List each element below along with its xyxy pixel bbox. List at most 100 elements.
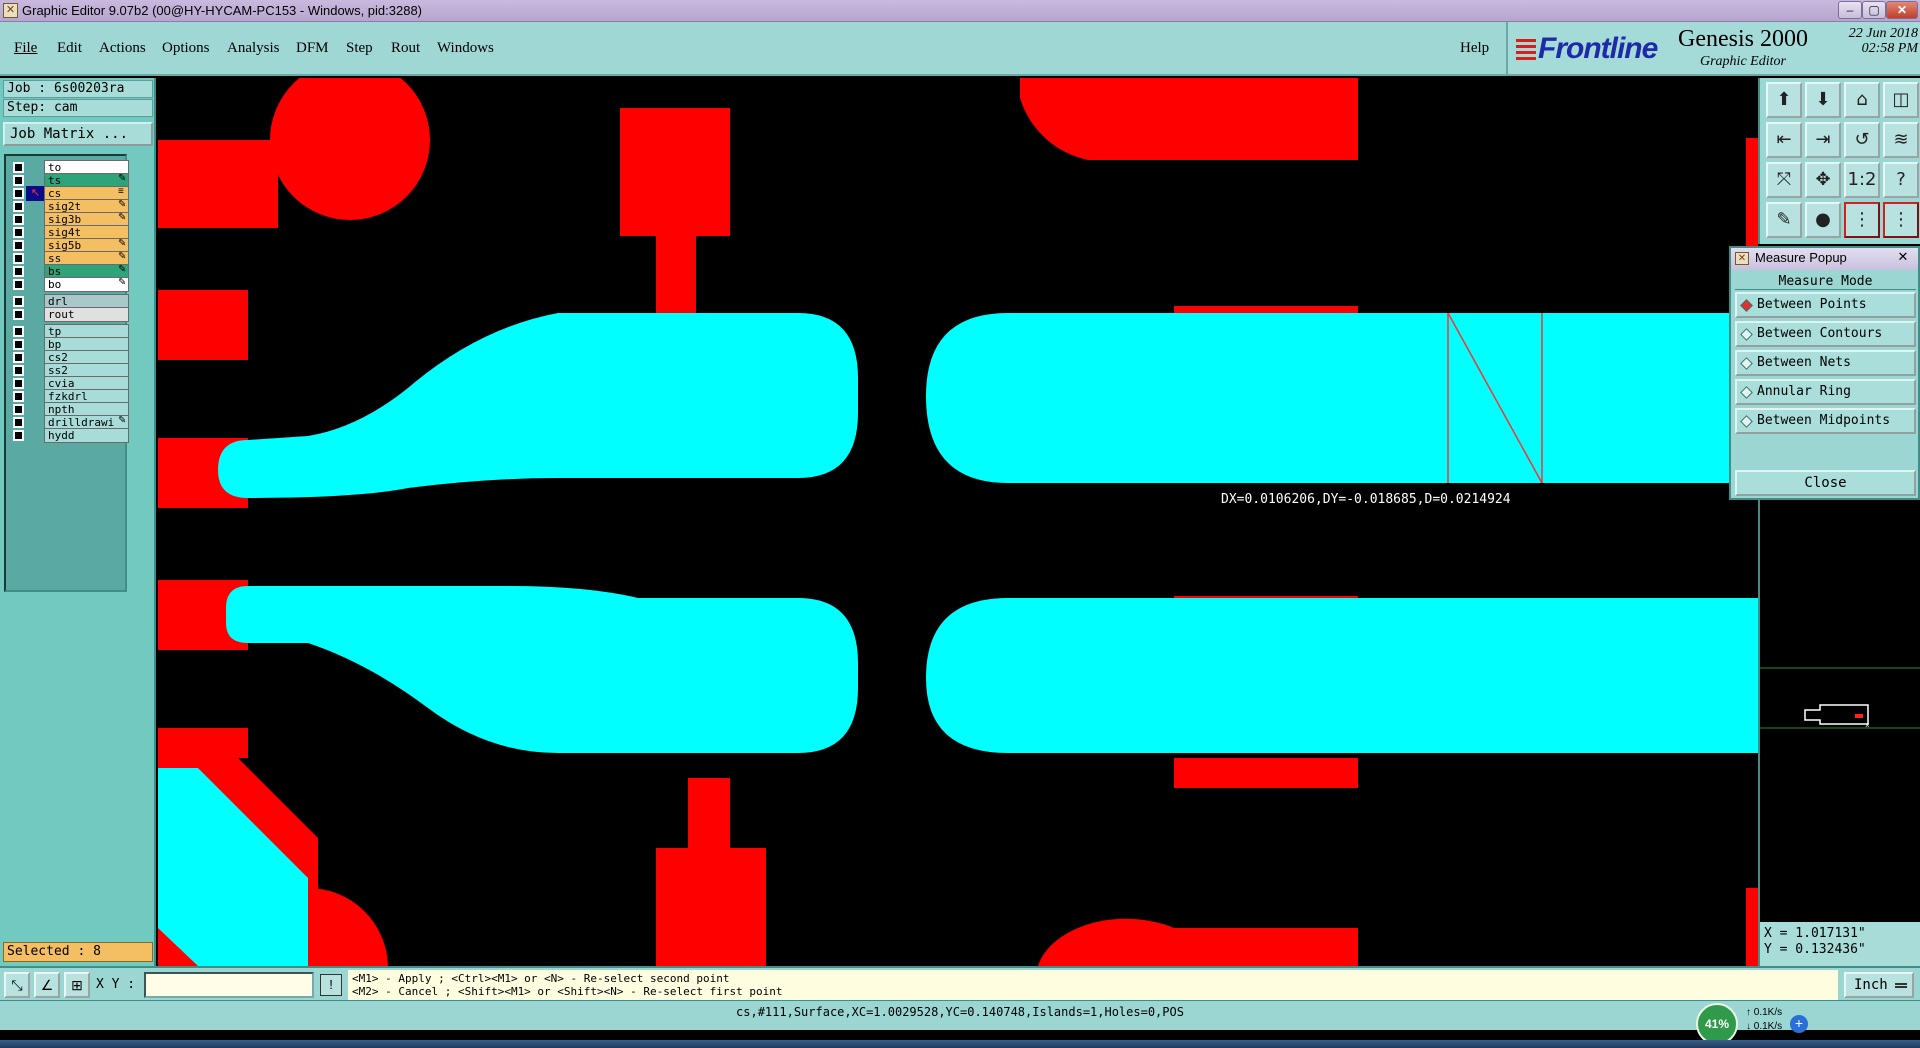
layer-checkbox[interactable] bbox=[13, 253, 24, 264]
coord-y: Y = 0.132436" bbox=[1764, 942, 1866, 957]
graphic-canvas[interactable]: DX=0.0106206,DY=-0.018685,D=0.0214924 bbox=[158, 78, 1758, 966]
view-tool-button-3[interactable]: ⌂ bbox=[1844, 82, 1880, 118]
menu-windows[interactable]: Windows bbox=[437, 40, 494, 57]
layer-row-bo[interactable]: bo ✎ bbox=[8, 277, 129, 292]
layer-checkbox[interactable] bbox=[13, 227, 24, 238]
view-tool-button-4[interactable]: ◫ bbox=[1883, 82, 1919, 118]
measure-mode-option[interactable]: Between Contours bbox=[1735, 321, 1916, 347]
layer-flag-icon: ✎ bbox=[118, 212, 127, 223]
layer-checkbox[interactable] bbox=[13, 175, 24, 186]
measure-mode-label: Between Nets bbox=[1757, 355, 1851, 370]
layer-checkbox[interactable] bbox=[13, 162, 24, 173]
menu-actions[interactable]: Actions bbox=[99, 40, 146, 57]
layer-checkbox[interactable] bbox=[13, 391, 24, 402]
grid-icon[interactable]: ⊞ bbox=[64, 972, 90, 998]
layer-checkbox[interactable] bbox=[13, 365, 24, 376]
measure-popup-titlebar[interactable]: ✕ Measure Popup ✕ bbox=[1731, 248, 1918, 270]
measure-mode-option[interactable]: Between Midpoints bbox=[1735, 408, 1916, 434]
layer-checkbox[interactable] bbox=[13, 404, 24, 415]
layer-checkbox[interactable] bbox=[13, 417, 24, 428]
layer-flag-icon: ✎ bbox=[118, 173, 127, 184]
layer-checkbox[interactable] bbox=[13, 352, 24, 363]
measure-mode-option[interactable]: Between Nets bbox=[1735, 350, 1916, 376]
product-name: Genesis 2000 bbox=[1678, 26, 1808, 52]
layer-row-rout[interactable]: rout bbox=[8, 307, 129, 322]
layer-name[interactable]: bo bbox=[44, 277, 129, 292]
menu-edit[interactable]: Edit bbox=[57, 40, 82, 57]
layer-flag-icon: ✎ bbox=[118, 415, 127, 426]
radio-icon bbox=[1740, 299, 1753, 312]
popup-close-button[interactable]: Close bbox=[1735, 470, 1916, 496]
layer-checkbox[interactable] bbox=[13, 188, 24, 199]
measure-mode-label: Between Contours bbox=[1757, 326, 1883, 341]
layer-checkbox[interactable] bbox=[13, 201, 24, 212]
brand-panel: Frontline Genesis 2000 Graphic Editor 22… bbox=[1506, 22, 1920, 76]
view-tool-button-10[interactable]: ✥ bbox=[1805, 162, 1841, 198]
cursor-coordinates: X = 1.017131" Y = 0.132436" bbox=[1758, 922, 1920, 966]
snap-icon[interactable]: ⤡ bbox=[4, 972, 30, 998]
bottom-bar: ⤡ ∠ ⊞ X Y : ! <M1> - Apply ; <Ctrl><M1> … bbox=[0, 966, 1920, 1000]
product-subtitle: Graphic Editor bbox=[1700, 54, 1786, 69]
menu-step[interactable]: Step bbox=[346, 40, 373, 57]
view-tool-button-15[interactable]: ⋮ bbox=[1844, 202, 1880, 238]
window-title: Graphic Editor 9.07b2 (00@HY-HYCAM-PC153… bbox=[22, 3, 423, 18]
layer-checkbox[interactable] bbox=[13, 309, 24, 320]
layer-checkbox[interactable] bbox=[13, 296, 24, 307]
view-tool-button-9[interactable]: ⤧ bbox=[1766, 162, 1802, 198]
layer-name[interactable]: hydd bbox=[44, 428, 129, 443]
left-panel: Job : 6s00203ra Step: cam Job Matrix ...… bbox=[0, 78, 156, 966]
layer-checkbox[interactable] bbox=[13, 266, 24, 277]
close-window-button[interactable]: ✕ bbox=[1886, 1, 1918, 19]
view-tool-button-7[interactable]: ↺ bbox=[1844, 122, 1880, 158]
popup-close-icon[interactable]: ✕ bbox=[1891, 249, 1915, 267]
measure-mode-option[interactable]: Between Points bbox=[1735, 292, 1916, 318]
right-toolbar: ⬆ ⬇ ⌂ ◫ ⇤ ⇥ ↺ ≋ ⤧ ✥ 1:2? ✎ ● ⋮ ⋮ bbox=[1758, 78, 1920, 244]
pcb-drawing bbox=[158, 78, 1758, 966]
frontline-logo: Frontline bbox=[1516, 32, 1658, 66]
measure-mode-option[interactable]: Annular Ring bbox=[1735, 379, 1916, 405]
xy-input[interactable] bbox=[144, 972, 314, 998]
layer-checkbox[interactable] bbox=[13, 430, 24, 441]
status-bar: cs,#111,Surface,XC=1.0029528,YC=0.140748… bbox=[0, 1000, 1920, 1045]
layer-checkbox[interactable] bbox=[13, 279, 24, 290]
layer-checkbox[interactable] bbox=[13, 326, 24, 337]
selected-surfaces bbox=[158, 313, 1758, 966]
radio-icon bbox=[1740, 357, 1753, 370]
minimize-button[interactable]: – bbox=[1838, 1, 1862, 19]
menu-dfm[interactable]: DFM bbox=[296, 40, 329, 57]
view-tool-button-13[interactable]: ✎ bbox=[1766, 202, 1802, 238]
view-tool-button-2[interactable]: ⬇ bbox=[1805, 82, 1841, 118]
view-tool-button-1[interactable]: ⬆ bbox=[1766, 82, 1802, 118]
layer-name[interactable]: rout bbox=[44, 307, 129, 322]
job-matrix-button[interactable]: Job Matrix ... bbox=[3, 122, 153, 146]
layer-checkbox[interactable] bbox=[13, 339, 24, 350]
units-button[interactable]: Inch bbox=[1844, 972, 1914, 998]
menu-analysis[interactable]: Analysis bbox=[227, 40, 280, 57]
angle-icon[interactable]: ∠ bbox=[34, 972, 60, 998]
layer-row-hydd[interactable]: hydd bbox=[8, 428, 129, 443]
layer-checkbox[interactable] bbox=[13, 214, 24, 225]
radio-icon bbox=[1740, 386, 1753, 399]
view-tool-button-11[interactable]: 1:2 bbox=[1844, 162, 1880, 198]
plus-icon[interactable]: + bbox=[1790, 1015, 1808, 1033]
download-rate: ↓ 0.1K/s bbox=[1746, 1021, 1783, 1032]
view-tool-button-8[interactable]: ≋ bbox=[1883, 122, 1919, 158]
view-tool-button-14[interactable]: ● bbox=[1805, 202, 1841, 238]
maximize-button[interactable]: ▢ bbox=[1862, 1, 1886, 19]
selected-count: Selected : 8 bbox=[3, 942, 153, 962]
overview-map: × bbox=[1760, 667, 1920, 730]
menu-help[interactable]: Help bbox=[1460, 40, 1489, 57]
layer-checkbox[interactable] bbox=[13, 378, 24, 389]
menu-rout[interactable]: Rout bbox=[391, 40, 420, 57]
overview-pane[interactable]: × bbox=[1758, 500, 1920, 922]
menu-options[interactable]: Options bbox=[162, 40, 210, 57]
view-tool-button-5[interactable]: ⇤ bbox=[1766, 122, 1802, 158]
view-tool-button-16[interactable]: ⋮ bbox=[1883, 202, 1919, 238]
measure-mode-heading: Measure Mode bbox=[1735, 274, 1916, 290]
step-name: Step: cam bbox=[3, 99, 153, 117]
measure-popup: ✕ Measure Popup ✕ Measure Mode Between P… bbox=[1729, 246, 1920, 500]
layer-checkbox[interactable] bbox=[13, 240, 24, 251]
view-tool-button-12[interactable]: ? bbox=[1883, 162, 1919, 198]
menu-file[interactable]: File bbox=[14, 40, 37, 57]
view-tool-button-6[interactable]: ⇥ bbox=[1805, 122, 1841, 158]
